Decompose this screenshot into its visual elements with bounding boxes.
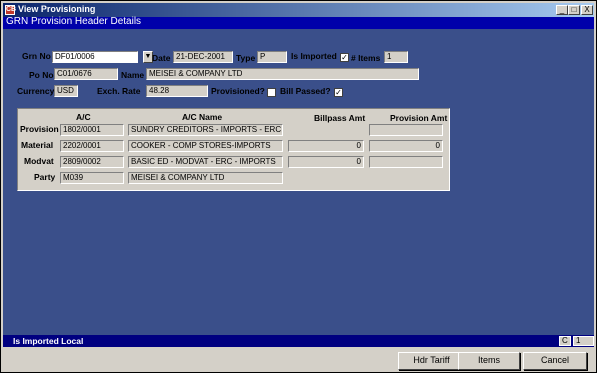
name-label: Name [121,70,145,80]
grn-no-label: Grn No [22,51,51,61]
exch-rate-field[interactable]: 48.28 [146,85,208,97]
row-label-modvat: Modvat [24,156,54,166]
type-field[interactable]: P [257,51,287,63]
form-heading: GRN Provision Header Details [6,16,142,27]
ac-name-header: A/C Name [182,112,223,122]
provisioned-checkbox[interactable] [267,88,276,97]
material-billpass-amt-field[interactable]: 0 [288,140,364,152]
accounts-group: A/C A/C Name Billpass Amt Provision Amt … [17,108,450,191]
status-indicator: C [559,336,571,346]
is-imported-checkbox[interactable]: ✓ [340,53,349,62]
modvat-ac-name-field[interactable]: BASIC ED - MODVAT - ERC - IMPORTS [128,156,283,168]
title-bar[interactable]: CB View Provisioning _ □ X [3,3,594,17]
cancel-button[interactable]: Cancel [523,352,587,370]
checkmark-icon: ✓ [341,53,348,62]
status-record-count: 1 [573,336,594,346]
is-imported-label: Is Imported [291,51,337,61]
provision-ac-field[interactable]: 1802/0001 [60,124,124,136]
items-button[interactable]: Items [458,352,520,370]
provision-provision-amt-field[interactable] [369,124,443,136]
provision-ac-name-field[interactable]: SUNDRY CREDITORS - IMPORTS - ERC [128,124,283,136]
checkmark-icon: ✓ [335,88,342,97]
modvat-ac-field[interactable]: 2809/0002 [60,156,124,168]
num-items-field[interactable]: 1 [384,51,408,63]
po-no-label: Po No [29,70,54,80]
material-ac-field[interactable]: 2202/0001 [60,140,124,152]
party-ac-name-field[interactable]: MEISEI & COMPANY LTD [128,172,283,184]
exch-rate-label: Exch. Rate [97,86,141,96]
dropdown-arrow-icon: ▼ [144,53,152,60]
material-ac-name-field[interactable]: COOKER - COMP STORES-IMPORTS [128,140,283,152]
close-button[interactable]: X [581,5,593,15]
grn-no-field[interactable]: DF01/0006 [52,51,138,63]
maximize-button[interactable]: □ [568,5,580,15]
hdr-tariff-button[interactable]: Hdr Tariff [398,352,465,370]
status-bar: Is Imported Local C 1 [3,335,594,347]
form-panel: Grn No DF01/0006 ▼ Date 21-DEC-2001 Type… [3,29,594,335]
currency-field[interactable]: USD [54,85,78,97]
ac-header: A/C [76,112,91,122]
modvat-provision-amt-field[interactable] [369,156,443,168]
modvat-billpass-amt-field[interactable]: 0 [288,156,364,168]
window-title: View Provisioning [18,4,96,14]
bill-passed-label: Bill Passed? [280,86,331,96]
bill-passed-checkbox[interactable]: ✓ [334,88,343,97]
party-ac-field[interactable]: M039 [60,172,124,184]
po-no-field[interactable]: C01/0676 [54,68,118,80]
currency-label: Currency [17,86,55,96]
minimize-button[interactable]: _ [556,5,568,15]
num-items-label: # Items [351,53,381,63]
row-label-provision: Provision [20,124,59,134]
name-field[interactable]: MEISEI & COMPANY LTD [146,68,419,80]
button-row: Hdr Tariff Items Cancel [3,348,594,372]
form-heading-band: GRN Provision Header Details [3,16,594,29]
type-label: Type [236,53,256,63]
date-field[interactable]: 21-DEC-2001 [173,51,233,63]
date-label: Date [152,53,171,63]
app-window: CB View Provisioning _ □ X GRN Provision… [0,0,597,373]
row-label-material: Material [21,140,54,150]
provisioned-label: Provisioned? [211,86,265,96]
status-text: Is Imported Local [13,336,84,346]
provision-amt-header: Provision Amt [390,113,448,123]
billpass-amt-header: Billpass Amt [314,113,366,123]
app-icon: CB [5,5,17,15]
row-label-party: Party [34,172,56,182]
material-provision-amt-field[interactable]: 0 [369,140,443,152]
